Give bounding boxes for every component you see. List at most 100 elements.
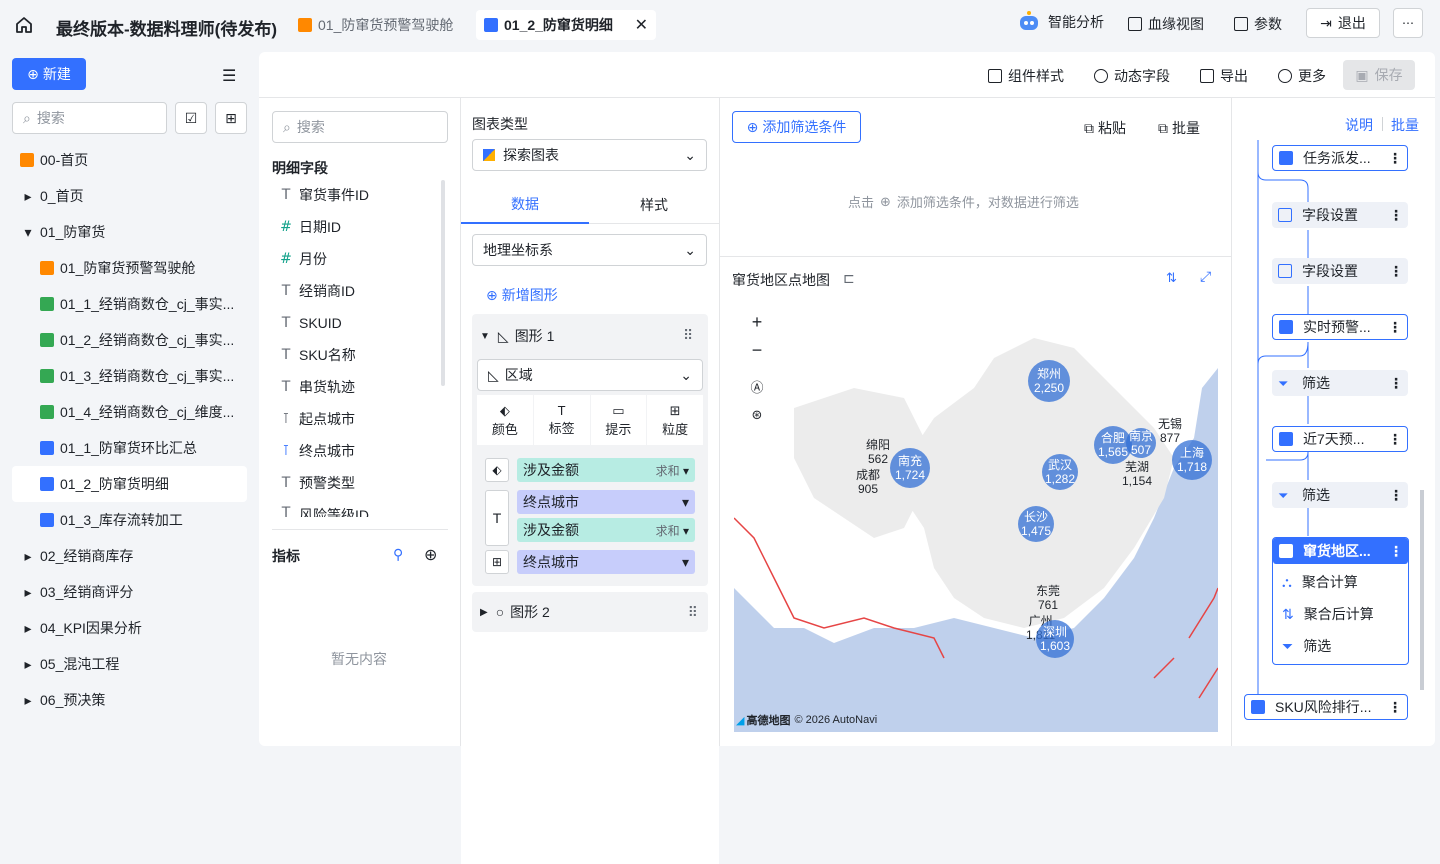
paste-button[interactable]: ⧉ 粘贴: [1084, 118, 1126, 138]
new-folder-button[interactable]: ⊞: [215, 102, 247, 134]
sidebar-search-input[interactable]: ⌕ 搜索: [12, 102, 167, 134]
tree-folder[interactable]: ▸ 04_KPI因果分析: [12, 610, 247, 646]
shape-type-select[interactable]: ◺ 区域 ⌄: [477, 359, 703, 391]
flow-step[interactable]: ⛬ 聚合计算: [1282, 572, 1358, 592]
save-button[interactable]: ▣ 保存: [1343, 60, 1415, 90]
tree-item[interactable]: 01_1_经销商数仓_cj_事实...: [12, 286, 247, 322]
field-item[interactable]: T 预警类型: [278, 473, 355, 493]
more-button[interactable]: 更多: [1278, 66, 1326, 86]
mark-detail-button[interactable]: ⊞ 粒度: [647, 395, 703, 445]
mark-label-button[interactable]: T 标签: [533, 395, 590, 445]
logout-button[interactable]: ⇥ 退出: [1306, 8, 1380, 38]
compass-icon[interactable]: Ⓐ: [750, 377, 763, 396]
more-vert-icon[interactable]: ⋮: [1388, 150, 1402, 167]
label-field-pill[interactable]: 涉及金额 求和 ▾: [517, 518, 695, 542]
add-filter-button[interactable]: ⊕ 添加筛选条件: [732, 111, 861, 143]
tree-folder[interactable]: ▸ 03_经销商评分: [12, 574, 247, 610]
tree-item[interactable]: 01_1_防窜货环比汇总: [12, 430, 247, 466]
edit-title-icon[interactable]: ⊏: [843, 270, 855, 287]
map-point[interactable]: 南充 1,724: [890, 448, 930, 488]
batch-button[interactable]: ⧉ 批量: [1158, 118, 1200, 138]
field-item[interactable]: # 日期ID: [278, 217, 341, 237]
tree-item[interactable]: 01_防窜货预警驾驶舱: [12, 250, 247, 286]
zoom-out-icon[interactable]: −: [752, 340, 763, 361]
more-vert-icon[interactable]: ⋮: [1388, 699, 1402, 716]
flow-step[interactable]: ⏷ 筛选: [1282, 636, 1331, 656]
flow-node[interactable]: 字段设置 ⋮: [1272, 202, 1408, 228]
tree-folder[interactable]: ▾ 01_防窜货: [12, 214, 247, 250]
close-icon[interactable]: ✕: [635, 15, 648, 35]
more-vert-icon[interactable]: ⋮: [1389, 487, 1403, 504]
lineage-button[interactable]: 血缘视图: [1128, 10, 1204, 38]
flow-step[interactable]: ⇅ 聚合后计算: [1282, 604, 1374, 624]
dynamic-field-button[interactable]: 动态字段: [1094, 66, 1170, 86]
field-search-input[interactable]: ⌕ 搜索: [272, 111, 448, 143]
field-item[interactable]: T 经销商ID: [278, 281, 355, 301]
more-vert-icon[interactable]: ⋮: [1389, 263, 1403, 280]
map-point[interactable]: 深圳 1,603: [1036, 620, 1074, 658]
filter-icon[interactable]: ⚲: [393, 546, 403, 563]
multi-select-button[interactable]: ☑: [175, 102, 207, 134]
tab-style[interactable]: 样式: [589, 186, 719, 224]
detail-field-pill[interactable]: 终点城市 ▾: [517, 550, 695, 574]
drag-handle-icon[interactable]: ⠿: [683, 327, 693, 344]
map-point[interactable]: 长沙 1,475: [1018, 506, 1054, 542]
mark-color-button[interactable]: ⬖ 颜色: [477, 395, 533, 445]
component-style-button[interactable]: 组件样式: [988, 66, 1064, 86]
shape2-card[interactable]: ▶ ○ 图形 2 ⠿: [472, 592, 708, 632]
add-metric-icon[interactable]: ⊕: [424, 545, 437, 565]
flow-node[interactable]: 字段设置 ⋮: [1272, 258, 1408, 284]
flow-node[interactable]: 近7天预... ⋮: [1272, 426, 1408, 452]
add-shape-button[interactable]: ⊕ 新增图形: [486, 285, 558, 305]
field-item[interactable]: # 月份: [278, 249, 327, 269]
label-field-pill[interactable]: 终点城市 ▾: [517, 490, 695, 514]
collapse-sidebar-icon[interactable]: ☰: [222, 66, 236, 86]
flow-node[interactable]: SKU风险排行... ⋮: [1244, 694, 1408, 720]
color-field-pill[interactable]: 涉及金额 求和 ▾: [517, 458, 695, 482]
tab-data[interactable]: 数据: [461, 186, 589, 224]
tree-item[interactable]: 01_2_经销商数仓_cj_事实...: [12, 322, 247, 358]
field-item[interactable]: T SKU名称: [278, 345, 356, 365]
home-icon[interactable]: [14, 15, 34, 35]
export-button[interactable]: 导出: [1200, 66, 1248, 86]
more-menu-button[interactable]: ⋯: [1393, 8, 1423, 38]
tree-folder[interactable]: ▸ 05_混沌工程: [12, 646, 247, 682]
tree-item[interactable]: 01_4_经销商数仓_cj_维度...: [12, 394, 247, 430]
tree-folder[interactable]: ▸ 0_首页: [12, 178, 247, 214]
tree-item[interactable]: 00-首页: [12, 142, 247, 178]
scrollbar[interactable]: [441, 180, 445, 386]
flow-node[interactable]: ⏷ 筛选 ⋮: [1272, 482, 1408, 508]
more-vert-icon[interactable]: ⋮: [1389, 375, 1403, 392]
flow-node[interactable]: 任务派发... ⋮: [1272, 145, 1408, 171]
field-item[interactable]: T 风险等级ID: [278, 505, 369, 517]
more-vert-icon[interactable]: ⋮: [1389, 207, 1403, 224]
tab-detail[interactable]: 01_2_防窜货明细 ✕: [476, 10, 656, 40]
locate-icon[interactable]: ⊛: [752, 407, 763, 423]
more-vert-icon[interactable]: ⋮: [1389, 543, 1403, 560]
explain-link[interactable]: 说明: [1345, 115, 1373, 135]
coord-select[interactable]: 地理坐标系 ⌄: [472, 234, 707, 266]
zoom-in-icon[interactable]: +: [752, 312, 763, 333]
params-button[interactable]: 参数: [1234, 10, 1282, 38]
flow-node-selected[interactable]: 窜货地区... ⋮: [1273, 538, 1408, 564]
map-point[interactable]: 武汉 1,282: [1042, 454, 1078, 490]
fullscreen-icon[interactable]: ⤢: [1200, 268, 1211, 285]
tree-item[interactable]: 01_3_经销商数仓_cj_事实...: [12, 358, 247, 394]
map-point[interactable]: 上海 1,718: [1172, 440, 1212, 480]
tree-item-selected[interactable]: 01_2_防窜货明细: [12, 466, 247, 502]
batch-link[interactable]: 批量: [1391, 115, 1419, 135]
ai-analysis-button[interactable]: 智能分析: [1016, 8, 1104, 36]
chart-type-select[interactable]: 探索图表 ⌄: [472, 139, 707, 171]
map-point[interactable]: 南京 507: [1126, 428, 1156, 458]
swap-icon[interactable]: ⇅: [1166, 270, 1177, 286]
drag-handle-icon[interactable]: ⠿: [688, 604, 698, 621]
new-button[interactable]: ⊕ 新建: [12, 58, 86, 90]
map-point[interactable]: 郑州 2,250: [1028, 360, 1070, 402]
flow-node[interactable]: ⏷ 筛选 ⋮: [1272, 370, 1408, 396]
tab-dashboard[interactable]: 01_防窜货预警驾驶舱: [290, 10, 460, 40]
field-item[interactable]: T 串货轨迹: [278, 377, 355, 397]
field-item[interactable]: ⊺ 终点城市: [278, 441, 355, 461]
mark-tooltip-button[interactable]: ▭ 提示: [590, 395, 647, 445]
more-vert-icon[interactable]: ⋮: [1388, 319, 1402, 336]
tree-folder[interactable]: ▸ 02_经销商库存: [12, 538, 247, 574]
